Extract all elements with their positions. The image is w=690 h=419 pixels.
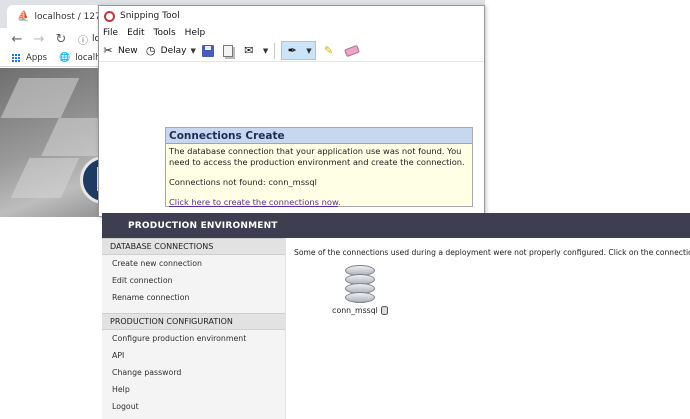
pen-button[interactable]: ✒ ▼ [281, 41, 316, 60]
production-environment-page: PRODUCTION ENVIRONMENT DATABASE CONNECTI… [102, 213, 690, 419]
dropdown-arrow-icon[interactable]: ▼ [306, 47, 311, 55]
connection-item[interactable]: conn_mssql [330, 265, 390, 315]
sidebar-section-database: DATABASE CONNECTIONS [102, 238, 285, 255]
sidebar-item-api[interactable]: API [102, 347, 285, 364]
scissors-icon: ✂ [103, 44, 113, 57]
new-snip-button[interactable]: ✂ New [101, 44, 138, 58]
copy-button[interactable] [222, 44, 236, 57]
sidebar-section-production-config: PRODUCTION CONFIGURATION [102, 313, 285, 330]
menu-file[interactable]: File [103, 28, 118, 38]
window-title: Snipping Tool [120, 11, 180, 21]
snipping-tool-window: Snipping Tool File Edit Tools Help ✂ New… [98, 5, 485, 217]
page-header: PRODUCTION ENVIRONMENT [102, 213, 690, 238]
globe-icon: 🌐 [59, 53, 71, 63]
sidebar-item-rename-connection[interactable]: Rename connection [102, 289, 285, 306]
screen: ⛵ localhost / 127.0 ← → ↻ ⓘ localhost Ap… [0, 0, 690, 419]
menu-edit[interactable]: Edit [127, 28, 144, 38]
forward-arrow-icon[interactable]: → [28, 32, 50, 47]
capture-body: The database connection that your applic… [166, 144, 472, 210]
connection-name: conn_mssql [332, 306, 378, 315]
save-snip-button[interactable] [201, 44, 217, 57]
snipping-tool-titlebar: Snipping Tool [99, 6, 484, 26]
delay-label: Delay [160, 45, 187, 56]
connection-label: conn_mssql [332, 306, 388, 315]
highlighter-icon: ✎ [324, 44, 334, 57]
bookmark-label: Apps [26, 53, 48, 63]
eraser-icon [343, 44, 360, 57]
menu-help[interactable]: Help [185, 28, 206, 38]
snipping-toolbar: ✂ New ◷ Delay ▼ ✉ ▼ ✒ ▼ ✎ [99, 40, 484, 62]
reload-icon[interactable]: ↻ [50, 32, 72, 47]
connections-notice: Some of the connections used during a de… [294, 248, 690, 257]
delay-button[interactable]: ◷ Delay ▼ [144, 44, 196, 58]
small-database-icon [380, 306, 388, 315]
capture-not-found: Connections not found: conn_mssql [169, 177, 317, 187]
sidebar-item-logout[interactable]: Logout [102, 398, 285, 415]
sidebar-item-edit-connection[interactable]: Edit connection [102, 272, 285, 289]
send-icon: ✉ [244, 44, 254, 57]
pen-icon: ✒ [287, 44, 297, 57]
toolbar-separator [274, 42, 276, 59]
browser-tab-title: localhost / 127.0 [34, 11, 101, 22]
menu-bar: File Edit Tools Help [99, 26, 484, 40]
send-snip-button[interactable]: ✉ ▼ [242, 44, 268, 58]
save-icon [201, 44, 214, 57]
sidebar: DATABASE CONNECTIONS Create new connecti… [102, 238, 286, 419]
capture-title: Connections Create [166, 128, 472, 144]
sidebar-item-help[interactable]: Help [102, 381, 285, 398]
clock-icon: ◷ [145, 44, 156, 57]
capture-message: The database connection that your applic… [169, 146, 465, 167]
new-label: New [118, 45, 138, 56]
link-suffix: . [337, 197, 341, 207]
back-arrow-icon[interactable]: ← [6, 32, 28, 47]
menu-tools[interactable]: Tools [154, 28, 176, 38]
bookmark-apps[interactable]: Apps [12, 53, 47, 63]
dropdown-arrow-icon[interactable]: ▼ [263, 47, 268, 55]
snipping-tool-icon [104, 10, 115, 22]
sidebar-item-change-password[interactable]: Change password [102, 364, 285, 381]
dropdown-arrow-icon[interactable]: ▼ [190, 47, 195, 55]
page-title: PRODUCTION ENVIRONMENT [128, 220, 278, 231]
eraser-button[interactable] [343, 44, 362, 57]
main-content: Some of the connections used during a de… [286, 238, 690, 419]
copy-icon [222, 44, 233, 57]
highlighter-button[interactable]: ✎ [322, 44, 339, 58]
database-icon [345, 265, 375, 303]
sidebar-item-create-connection[interactable]: Create new connection [102, 255, 285, 272]
browser-tab[interactable]: ⛵ localhost / 127.0 [7, 5, 101, 28]
sidebar-item-configure-production[interactable]: Configure production environment [102, 330, 285, 347]
info-icon: ⓘ [78, 35, 88, 47]
sailboat-icon: ⛵ [17, 11, 30, 22]
captured-message-box: Connections Create The database connecti… [165, 127, 473, 207]
create-connections-link[interactable]: Click here to create the connections now [169, 197, 338, 207]
apps-grid-icon [12, 54, 20, 62]
